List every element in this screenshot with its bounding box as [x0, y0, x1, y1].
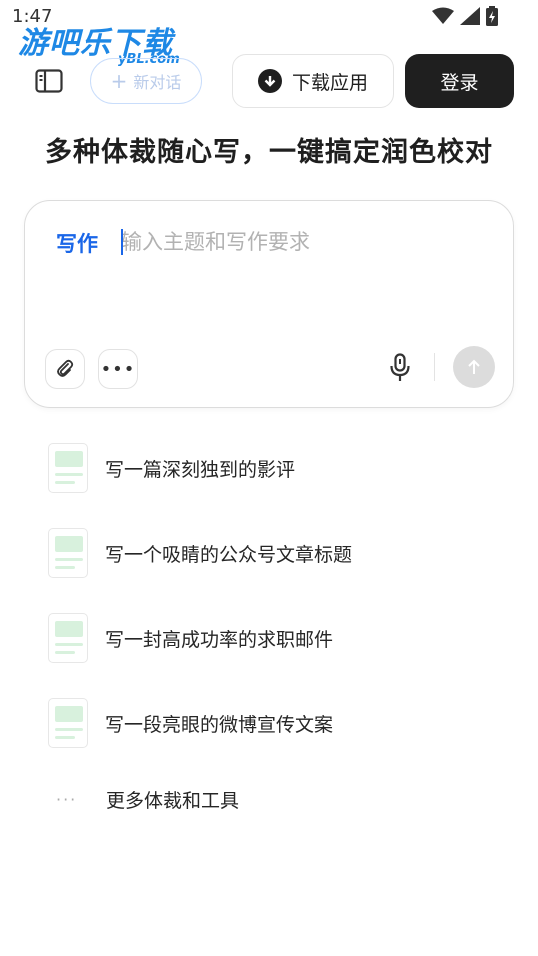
send-button[interactable]	[453, 346, 495, 388]
download-app-label: 下载应用	[291, 71, 368, 94]
more-options-button[interactable]: •••	[98, 349, 138, 389]
document-icon	[48, 528, 88, 578]
suggestion-item[interactable]: 写一篇深刻独到的影评	[48, 442, 295, 494]
suggestion-label: 写一段亮眼的微博宣传文案	[105, 713, 334, 736]
sidebar-icon	[35, 69, 63, 93]
signal-icon	[460, 7, 480, 25]
attach-button[interactable]	[45, 349, 85, 389]
document-icon	[48, 443, 88, 493]
ellipsis-icon: ···	[56, 790, 78, 809]
more-tools-item[interactable]: ··· 更多体裁和工具	[56, 786, 239, 813]
suggestion-item[interactable]: 写一段亮眼的微博宣传文案	[48, 697, 333, 749]
send-arrow-icon	[468, 359, 480, 374]
more-icon: •••	[100, 358, 136, 380]
wifi-icon	[432, 7, 454, 24]
page-headline: 多种体裁随心写，一键搞定润色校对	[45, 137, 493, 168]
plus-icon: +	[110, 69, 128, 93]
document-icon	[48, 613, 88, 663]
writing-mode-label[interactable]: 写作	[56, 228, 98, 258]
new-chat-button[interactable]: + 新对话	[90, 58, 202, 104]
suggestion-item[interactable]: 写一封高成功率的求职邮件	[48, 612, 333, 664]
suggestion-label: 写一个吸睛的公众号文章标题	[105, 543, 353, 566]
voice-input-button[interactable]	[385, 351, 415, 385]
suggestion-label: 写一篇深刻独到的影评	[105, 458, 296, 481]
status-icons	[432, 6, 498, 26]
sidebar-toggle-button[interactable]	[34, 68, 64, 94]
text-caret	[121, 229, 123, 255]
battery-icon	[486, 6, 498, 26]
document-icon	[48, 698, 88, 748]
suggestion-label: 写一封高成功率的求职邮件	[105, 628, 334, 651]
suggestion-item[interactable]: 写一个吸睛的公众号文章标题	[48, 527, 352, 579]
more-tools-label: 更多体裁和工具	[106, 790, 240, 812]
download-icon	[257, 69, 282, 93]
new-chat-label: 新对话	[133, 73, 182, 92]
paperclip-icon	[57, 359, 74, 377]
writing-composer: 写作 •••	[24, 200, 514, 408]
download-app-button[interactable]: 下载应用	[232, 54, 394, 108]
composer-divider	[434, 353, 435, 381]
prompt-input[interactable]	[121, 225, 481, 259]
top-bar: + 新对话 下载应用 登录	[0, 54, 538, 108]
microphone-icon	[390, 353, 410, 381]
login-button[interactable]: 登录	[405, 54, 514, 108]
